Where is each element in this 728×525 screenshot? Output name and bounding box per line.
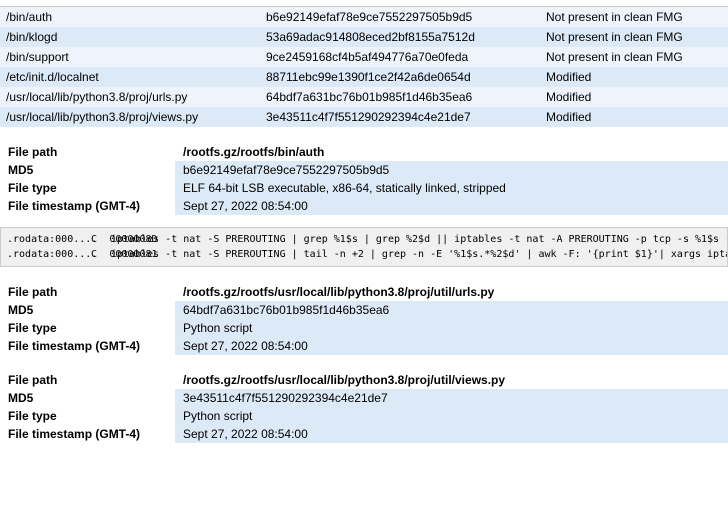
cell-filepath: /etc/init.d/localnet: [0, 67, 260, 87]
cell-filepath: /usr/local/lib/python3.8/proj/views.py: [0, 107, 260, 127]
table-row: /etc/init.d/localnet88711ebc99e1390f1ce2…: [0, 67, 728, 87]
code-line: .rodata:000.... 00000081Ciptables -t nat…: [7, 247, 721, 262]
detail-row-value: ELF 64-bit LSB executable, x86-64, stati…: [175, 179, 728, 197]
table-row: /bin/authb6e92149efaf78e9ce7552297505b9d…: [0, 7, 728, 28]
table-row: /bin/support9ce2459168cf4b5af494776a70e0…: [0, 47, 728, 67]
detail-row-label: File timestamp (GMT-4): [0, 337, 175, 355]
detail-value: /rootfs.gz/rootfs/usr/local/lib/python3.…: [175, 367, 728, 389]
detail-row: MD564bdf7a631bc76b01b985f1d46b35ea6: [0, 301, 728, 319]
code-addr: .rodata:000.... 00000081: [7, 247, 87, 262]
cell-notes: Modified: [540, 107, 728, 127]
cell-md5: 9ce2459168cf4b5af494776a70e0feda: [260, 47, 540, 67]
detail-row-label: MD5: [0, 389, 175, 407]
detail-label: File path: [0, 367, 175, 389]
detail-row-value: Sept 27, 2022 08:54:00: [175, 197, 728, 215]
detail-row-label: MD5: [0, 301, 175, 319]
cell-md5: 3e43511c4f7f551290292394c4e21de7: [260, 107, 540, 127]
detail-row-label: File type: [0, 319, 175, 337]
detail-row-label: File type: [0, 407, 175, 425]
code-type: C: [91, 247, 107, 262]
cell-notes: Modified: [540, 87, 728, 107]
detail-row-label: File timestamp (GMT-4): [0, 425, 175, 443]
cell-notes: Not present in clean FMG: [540, 7, 728, 28]
cell-md5: 64bdf7a631bc76b01b985f1d46b35ea6: [260, 87, 540, 107]
detail-row: MD53e43511c4f7f551290292394c4e21de7: [0, 389, 728, 407]
detail-row: File timestamp (GMT-4)Sept 27, 2022 08:5…: [0, 337, 728, 355]
detail-row-value: Python script: [175, 319, 728, 337]
detail-row: File timestamp (GMT-4)Sept 27, 2022 08:5…: [0, 197, 728, 215]
cell-filepath: /bin/klogd: [0, 27, 260, 47]
table-row: /usr/local/lib/python3.8/proj/views.py3e…: [0, 107, 728, 127]
cell-notes: Not present in clean FMG: [540, 27, 728, 47]
detail-row-value: Python script: [175, 407, 728, 425]
detail-value: /rootfs.gz/rootfs/bin/auth: [175, 139, 728, 161]
detail-row-label: File timestamp (GMT-4): [0, 197, 175, 215]
detail-title-row: File path/rootfs.gz/rootfs/usr/local/lib…: [0, 367, 728, 389]
detail-title-row: File path/rootfs.gz/rootfs/bin/auth: [0, 139, 728, 161]
cell-filepath: /bin/support: [0, 47, 260, 67]
detail-row-value: Sept 27, 2022 08:54:00: [175, 425, 728, 443]
detail-row: File typePython script: [0, 319, 728, 337]
detail-title-row: File path/rootfs.gz/rootfs/usr/local/lib…: [0, 279, 728, 301]
detail-label: File path: [0, 139, 175, 161]
detail-block-2: File path/rootfs.gz/rootfs/usr/local/lib…: [0, 279, 728, 355]
cell-md5: 53a69adac914808eced2bf8155a7512d: [260, 27, 540, 47]
detail-row-value: b6e92149efaf78e9ce7552297505b9d5: [175, 161, 728, 179]
cell-md5: 88711ebc99e1390f1ce2f42a6de0654d: [260, 67, 540, 87]
detail-row-value: Sept 27, 2022 08:54:00: [175, 337, 728, 355]
cell-notes: Not present in clean FMG: [540, 47, 728, 67]
cell-filepath: /bin/auth: [0, 7, 260, 28]
detail-row-label: File type: [0, 179, 175, 197]
detail-block-3: File path/rootfs.gz/rootfs/usr/local/lib…: [0, 367, 728, 443]
detail-value: /rootfs.gz/rootfs/usr/local/lib/python3.…: [175, 279, 728, 301]
cell-md5: b6e92149efaf78e9ce7552297505b9d5: [260, 7, 540, 28]
code-addr: .rodata:000.... 0000008D: [7, 232, 87, 247]
detail-row: File typePython script: [0, 407, 728, 425]
code-text: iptables -t nat -S PREROUTING | grep %1$…: [111, 232, 728, 247]
code-line: .rodata:000.... 0000008DCiptables -t nat…: [7, 232, 721, 247]
table-row: /usr/local/lib/python3.8/proj/urls.py64b…: [0, 87, 728, 107]
detail-block-1: File path/rootfs.gz/rootfs/bin/authMD5b6…: [0, 139, 728, 215]
detail-label: File path: [0, 279, 175, 301]
detail-row-value: 64bdf7a631bc76b01b985f1d46b35ea6: [175, 301, 728, 319]
detail-row: MD5b6e92149efaf78e9ce7552297505b9d5: [0, 161, 728, 179]
code-type: C: [91, 232, 107, 247]
table-row: /bin/klogd53a69adac914808eced2bf8155a751…: [0, 27, 728, 47]
detail-row: File typeELF 64-bit LSB executable, x86-…: [0, 179, 728, 197]
detail-row-label: MD5: [0, 161, 175, 179]
detail-row: File timestamp (GMT-4)Sept 27, 2022 08:5…: [0, 425, 728, 443]
cell-notes: Modified: [540, 67, 728, 87]
cell-filepath: /usr/local/lib/python3.8/proj/urls.py: [0, 87, 260, 107]
code-text: iptables -t nat -S PREROUTING | tail -n …: [111, 247, 728, 262]
code-block: .rodata:000.... 0000008D Ciptables -t nat…: [0, 227, 728, 267]
detail-row-value: 3e43511c4f7f551290292394c4e21de7: [175, 389, 728, 407]
summary-table: /bin/authb6e92149efaf78e9ce7552297505b9d…: [0, 0, 728, 127]
